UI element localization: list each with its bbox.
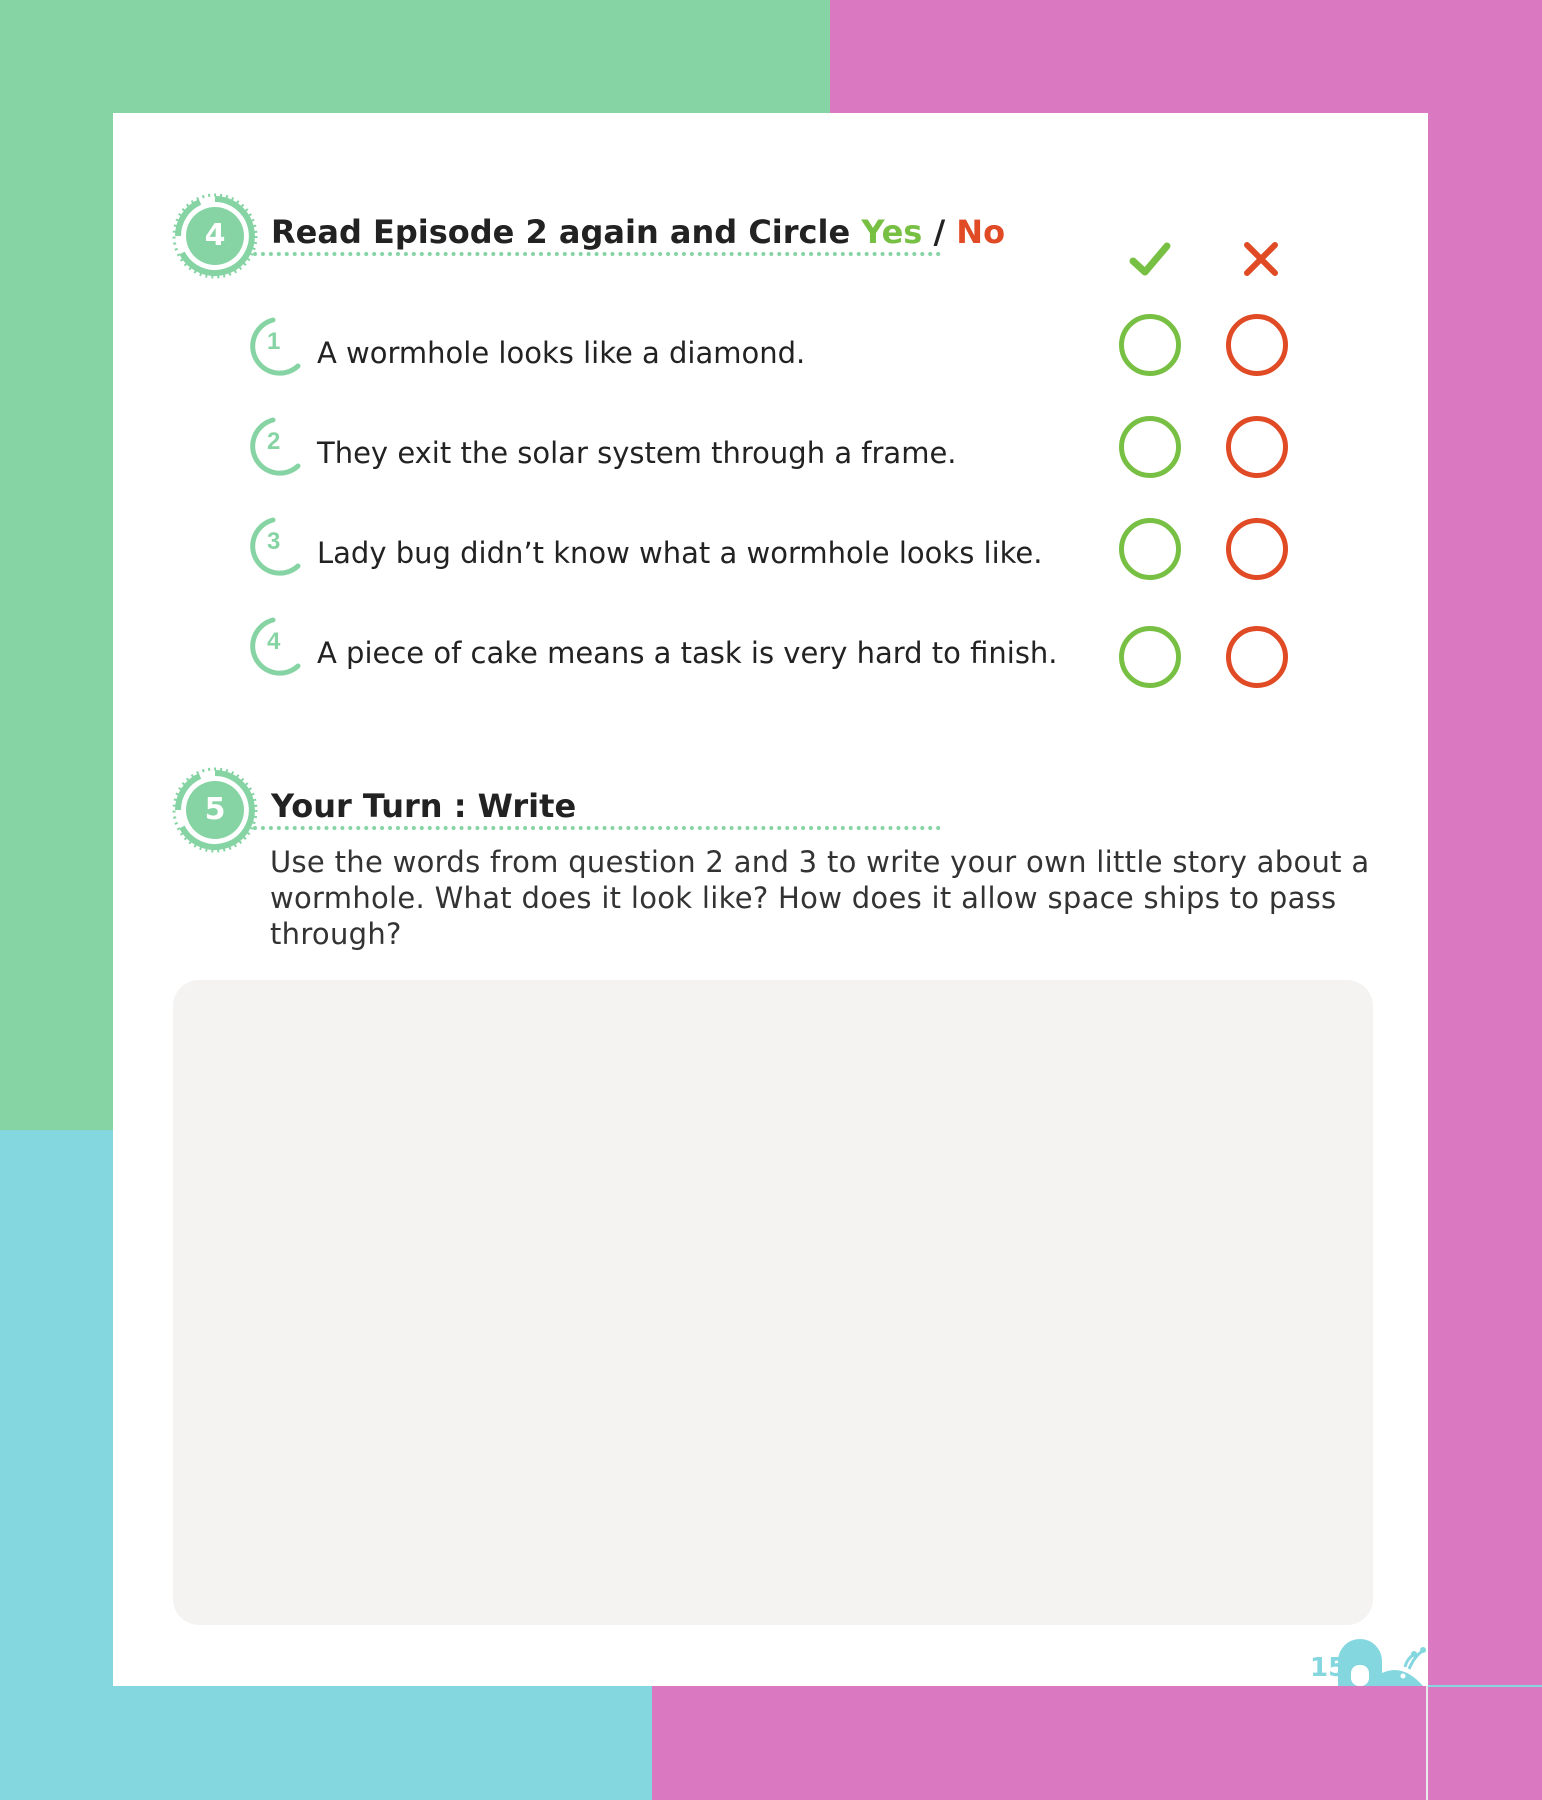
- item-marker: 4: [243, 614, 303, 680]
- section-5-title: Your Turn : Write: [271, 787, 577, 825]
- item-number: 2: [267, 428, 281, 455]
- title-underline: [253, 252, 941, 256]
- item-marker: 2: [243, 414, 303, 480]
- title-text: Read Episode 2 again and Circle: [271, 213, 862, 251]
- item-text: They exit the solar system through a fra…: [317, 436, 957, 470]
- section-4-title: Read Episode 2 again and Circle Yes / No: [271, 213, 1005, 251]
- item-number: 3: [267, 528, 281, 555]
- section-4-badge: 4: [170, 191, 260, 281]
- no-circle[interactable]: [1226, 314, 1288, 376]
- section-number: 5: [204, 792, 226, 827]
- no-circle[interactable]: [1226, 416, 1288, 478]
- item-text: A piece of cake means a task is very har…: [317, 636, 1058, 670]
- crop-mark: [1428, 1685, 1542, 1687]
- no-circle[interactable]: [1226, 518, 1288, 580]
- yes-circle[interactable]: [1119, 518, 1181, 580]
- question-item: 4 A piece of cake means a task is very h…: [113, 610, 1428, 690]
- section-number: 4: [204, 218, 226, 253]
- yes-circle[interactable]: [1119, 626, 1181, 688]
- x-icon: [1244, 242, 1278, 276]
- yes-circle[interactable]: [1119, 314, 1181, 376]
- title-no: No: [956, 213, 1006, 251]
- item-number: 1: [267, 328, 281, 355]
- no-circle[interactable]: [1226, 626, 1288, 688]
- item-marker: 1: [243, 314, 303, 380]
- title-underline: [253, 826, 941, 830]
- check-icon: [1129, 242, 1171, 276]
- item-text: Lady bug didn’t know what a wormhole loo…: [317, 536, 1043, 570]
- title-slash: /: [922, 213, 957, 251]
- item-number: 4: [267, 628, 281, 655]
- item-marker: 3: [243, 514, 303, 580]
- instructions-text: Use the words from question 2 and 3 to w…: [270, 845, 1370, 951]
- question-item: 3 Lady bug didn’t know what a wormhole l…: [113, 510, 1428, 590]
- writing-area[interactable]: [173, 980, 1373, 1625]
- snail-mascot-icon: [1338, 1639, 1426, 1686]
- item-text: A wormhole looks like a diamond.: [317, 336, 806, 370]
- crop-mark: [1426, 1686, 1428, 1800]
- yes-circle[interactable]: [1119, 416, 1181, 478]
- worksheet-page: 4 Read Episode 2 again and Circle Yes / …: [113, 113, 1428, 1686]
- title-yes: Yes: [861, 213, 923, 251]
- section-5-badge: 5: [170, 765, 260, 855]
- question-item: 2 They exit the solar system through a f…: [113, 410, 1428, 490]
- question-item: 1 A wormhole looks like a diamond.: [113, 310, 1428, 390]
- background-pink-bottom-block: [652, 1686, 1542, 1800]
